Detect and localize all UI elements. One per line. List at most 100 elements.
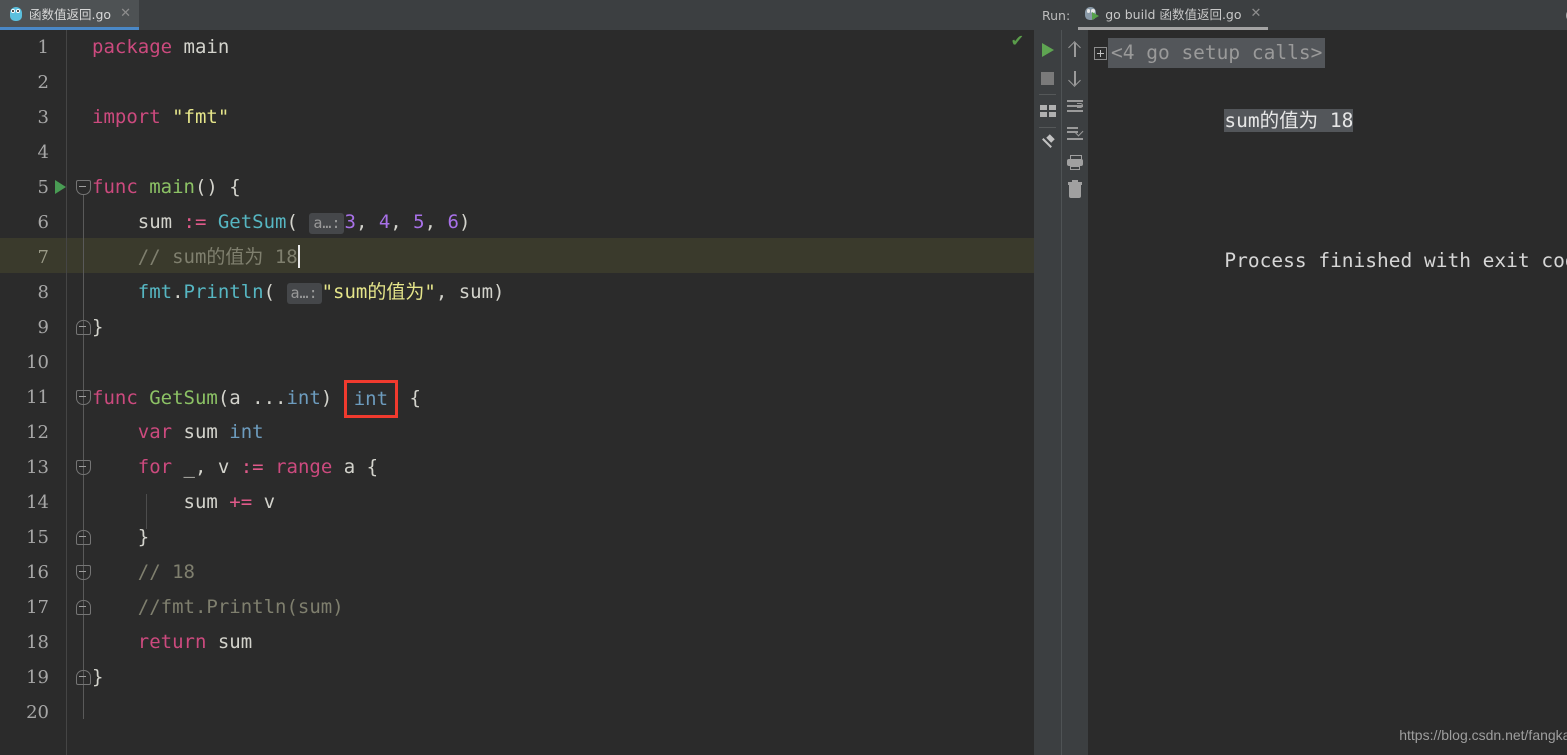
- trash-icon[interactable]: [1062, 176, 1089, 204]
- console-output[interactable]: <4 go setup calls> sum的值为 18 Process fin…: [1088, 30, 1567, 755]
- code-line[interactable]: 2: [0, 65, 1034, 100]
- token-plain: sum: [92, 210, 184, 233]
- token-plain: () {: [194, 176, 241, 198]
- gutter-icons[interactable]: [52, 170, 92, 205]
- code-line[interactable]: 6 sum := GetSum( a…: 3, 4, 5, 6): [0, 205, 1034, 240]
- token-hint: a…:: [309, 212, 345, 234]
- token-kw: range: [275, 456, 333, 478]
- token-plain: sum: [92, 491, 230, 513]
- console-setup-row[interactable]: <4 go setup calls>: [1088, 38, 1567, 68]
- token-call: Println: [183, 280, 264, 303]
- token-plain: _, v: [172, 456, 241, 478]
- stop-button[interactable]: [1034, 64, 1061, 92]
- gutter-icons[interactable]: [52, 345, 92, 380]
- run-window-label: Run:: [1042, 7, 1071, 23]
- gutter-icons[interactable]: [52, 590, 92, 625]
- line-number: 17: [26, 597, 49, 618]
- gutter-icons[interactable]: [52, 100, 92, 135]
- gutter-icons[interactable]: [52, 380, 92, 415]
- restore-layout-button[interactable]: [1034, 97, 1061, 125]
- code-text: for _, v := range a {: [92, 450, 378, 485]
- gutter-icons[interactable]: [52, 135, 92, 170]
- code-line[interactable]: 12 var sum int: [0, 415, 1034, 450]
- gutter-icons[interactable]: [52, 30, 92, 65]
- gutter-icons[interactable]: [52, 450, 92, 485]
- code-text: sum := GetSum( a…: 3, 4, 5, 6): [92, 205, 470, 241]
- code-line[interactable]: 19}: [0, 660, 1034, 695]
- run-arrow-icon[interactable]: [55, 180, 66, 194]
- code-line[interactable]: 7 // sum的值为 18: [0, 240, 1034, 275]
- fold-close-icon[interactable]: [76, 669, 91, 685]
- code-line[interactable]: 1 package main: [0, 30, 1034, 65]
- console-output-text: sum的值为 18: [1224, 109, 1354, 132]
- gutter-icons[interactable]: [52, 240, 92, 275]
- line-number: 20: [26, 702, 49, 723]
- code-line[interactable]: 4: [0, 135, 1034, 170]
- code-line[interactable]: 18 return sum: [0, 625, 1034, 660]
- code-line[interactable]: 11 func GetSum(a ...int) int {: [0, 379, 1034, 418]
- gutter-icons[interactable]: [52, 205, 92, 240]
- code-line[interactable]: 17 //fmt.Println(sum): [0, 590, 1034, 625]
- gutter-icons[interactable]: [52, 555, 92, 590]
- up-arrow-icon[interactable]: [1062, 36, 1089, 64]
- token-num: 3: [344, 210, 356, 233]
- fold-open-icon[interactable]: [76, 459, 91, 475]
- token-num: 5: [413, 210, 425, 233]
- code-line[interactable]: 16 // 18: [0, 555, 1034, 590]
- code-line[interactable]: 13 for _, v := range a {: [0, 450, 1034, 485]
- code-text: fmt.Println( a…: "sum的值为", sum): [92, 275, 504, 311]
- code-line[interactable]: 3 import "fmt": [0, 100, 1034, 135]
- token-cmt: // sum的值为 18: [92, 246, 298, 268]
- code-editor[interactable]: 1 package main 2 3 import "fmt" 4 5 func main()…: [0, 30, 1034, 755]
- fold-close-icon[interactable]: [76, 319, 91, 335]
- code-line[interactable]: 10: [0, 345, 1034, 380]
- soft-wrap-icon[interactable]: [1062, 92, 1089, 120]
- gutter-icons[interactable]: [52, 415, 92, 450]
- code-line[interactable]: 14 sum += v: [0, 485, 1034, 520]
- settings-icon[interactable]: [1560, 0, 1567, 30]
- token-fn: main: [149, 176, 195, 198]
- close-icon[interactable]: ✕: [117, 7, 131, 20]
- print-icon[interactable]: [1062, 148, 1089, 176]
- token-plain: ,: [390, 210, 414, 233]
- code-line[interactable]: 20: [0, 695, 1034, 730]
- fold-close-icon[interactable]: [76, 599, 91, 615]
- fold-open-icon[interactable]: [76, 389, 91, 405]
- gutter-icons[interactable]: [52, 275, 92, 310]
- code-line[interactable]: 15 }: [0, 520, 1034, 555]
- code-text: sum += v: [92, 485, 276, 520]
- token-caret: [297, 245, 300, 268]
- token-plain: .: [172, 280, 184, 303]
- gutter-icons[interactable]: [52, 625, 92, 660]
- token-plain: ): [458, 210, 471, 233]
- code-line[interactable]: 8 fmt.Println( a…: "sum的值为", sum): [0, 275, 1034, 310]
- down-arrow-icon[interactable]: [1062, 64, 1089, 92]
- editor-tab-file[interactable]: 函数值返回.go ✕: [0, 0, 139, 30]
- fold-open-icon[interactable]: [76, 564, 91, 580]
- scroll-to-end-icon[interactable]: [1062, 120, 1089, 148]
- gutter-icons[interactable]: [52, 695, 92, 730]
- line-number: 8: [37, 282, 49, 303]
- gutter-icons[interactable]: [52, 660, 92, 695]
- close-icon[interactable]: ✕: [1248, 6, 1262, 21]
- run-configuration-tab[interactable]: go build 函数值返回.go ✕: [1078, 0, 1269, 30]
- token-plain: (: [286, 210, 310, 233]
- pin-tab-button[interactable]: [1034, 130, 1061, 158]
- expand-icon[interactable]: [1094, 46, 1107, 60]
- token-hint: a…:: [286, 282, 322, 304]
- token-plain: ): [320, 386, 344, 409]
- editor-pane: 函数值返回.go ✕ ✔ 1 package main 2 3 import "fmt"…: [0, 0, 1034, 755]
- fold-close-icon[interactable]: [76, 529, 91, 545]
- inspection-status-badge[interactable]: ✔: [1011, 33, 1024, 49]
- gutter-icons[interactable]: [52, 520, 92, 555]
- code-line[interactable]: 9}: [0, 310, 1034, 345]
- gutter-icons[interactable]: [52, 310, 92, 345]
- console-output-row: sum的值为 18: [1088, 68, 1567, 173]
- code-line[interactable]: 5 func main() {: [0, 170, 1034, 205]
- line-number: 13: [26, 457, 49, 478]
- rerun-button[interactable]: [1034, 36, 1061, 64]
- gutter-icons[interactable]: [52, 65, 92, 100]
- gutter-icons[interactable]: [52, 485, 92, 520]
- fold-open-icon[interactable]: [76, 179, 91, 195]
- line-number: 10: [26, 352, 49, 373]
